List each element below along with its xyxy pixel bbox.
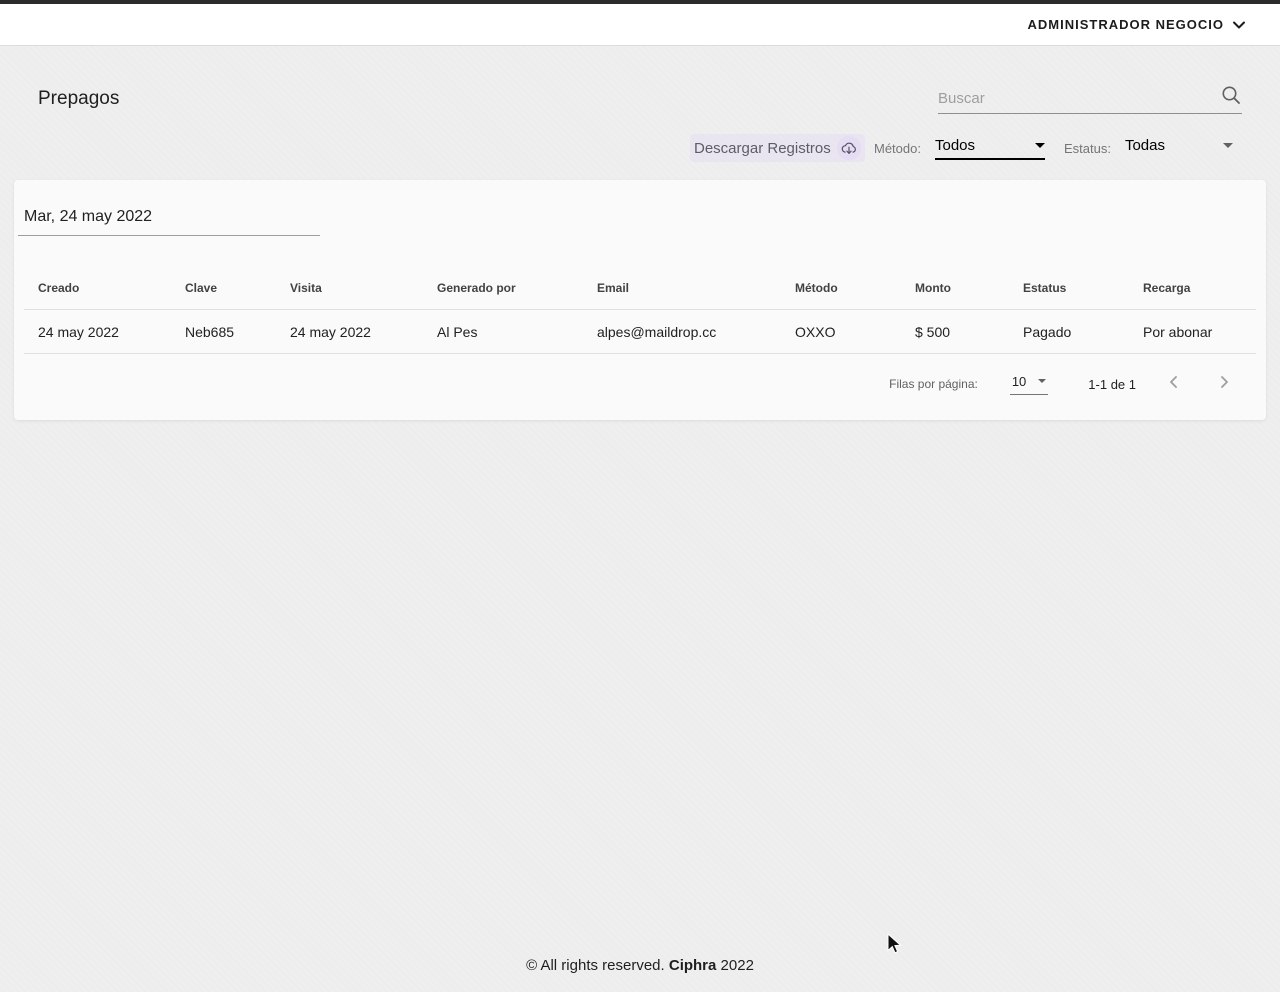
col-header-visita: Visita	[276, 281, 423, 295]
estatus-filter-group: Estatus: Todas	[1064, 134, 1233, 162]
group-date-header: Mar, 24 may 2022	[18, 208, 320, 236]
metodo-select[interactable]: Todos	[935, 137, 1045, 160]
footer-prefix: © All rights reserved.	[526, 957, 665, 974]
footer-brand: Ciphra	[669, 957, 717, 974]
footer-year: 2022	[721, 957, 754, 974]
col-header-recarga: Recarga	[1129, 281, 1256, 295]
search-icon[interactable]	[1220, 84, 1242, 111]
rows-per-page-select[interactable]: 10	[1010, 374, 1048, 395]
previous-page-button[interactable]	[1162, 372, 1186, 396]
cloud-download-icon	[837, 136, 861, 160]
col-header-metodo: Método	[781, 281, 901, 295]
account-menu-label: ADMINISTRADOR NEGOCIO	[1028, 17, 1225, 32]
rows-per-page-label: Filas por página:	[889, 377, 978, 391]
estatus-select[interactable]: Todas	[1125, 137, 1233, 160]
cell-estatus: Pagado	[1009, 324, 1129, 340]
col-header-creado: Creado	[24, 281, 171, 295]
cell-metodo: OXXO	[781, 324, 901, 340]
search-field	[938, 84, 1242, 114]
filters-toolbar: Descargar Registros Método: Todos Estatu…	[0, 134, 1280, 164]
caret-down-icon	[1035, 143, 1045, 148]
chevron-left-icon	[1167, 375, 1181, 394]
footer-copyright: © All rights reserved. Ciphra 2022	[0, 957, 1280, 974]
metodo-filter-label: Método:	[874, 141, 921, 156]
search-input[interactable]	[938, 90, 1220, 107]
estatus-filter-label: Estatus:	[1064, 141, 1111, 156]
cell-visita: 24 may 2022	[276, 324, 423, 340]
pagination-range-label: 1-1 de 1	[1088, 377, 1136, 392]
col-header-email: Email	[583, 281, 781, 295]
records-card: Mar, 24 may 2022 Creado Clave Visita Gen…	[14, 180, 1266, 420]
cell-generado-por: Al Pes	[423, 324, 583, 340]
caret-down-icon	[1038, 379, 1046, 383]
cell-monto: $ 500	[901, 324, 1009, 340]
page-title: Prepagos	[38, 88, 119, 110]
mouse-cursor	[886, 933, 906, 960]
app-header-bar: ADMINISTRADOR NEGOCIO	[0, 4, 1280, 46]
cell-recarga: Por abonar	[1129, 324, 1256, 340]
window-top-strip	[0, 0, 1280, 4]
cell-creado: 24 may 2022	[24, 324, 171, 340]
estatus-select-value: Todas	[1125, 137, 1165, 154]
caret-down-icon	[1223, 143, 1233, 148]
table-header-row: Creado Clave Visita Generado por Email M…	[24, 267, 1256, 310]
cell-email: alpes@maildrop.cc	[583, 324, 781, 340]
table-row[interactable]: 24 may 2022 Neb685 24 may 2022 Al Pes al…	[24, 310, 1256, 354]
metodo-select-value: Todos	[935, 137, 975, 154]
metodo-filter-group: Método: Todos	[874, 134, 1045, 162]
col-header-estatus: Estatus	[1009, 281, 1129, 295]
chevron-right-icon	[1217, 375, 1231, 394]
records-table: Creado Clave Visita Generado por Email M…	[24, 267, 1256, 354]
col-header-generado-por: Generado por	[423, 281, 583, 295]
next-page-button[interactable]	[1212, 372, 1236, 396]
col-header-monto: Monto	[901, 281, 1009, 295]
col-header-clave: Clave	[171, 281, 276, 295]
download-records-label: Descargar Registros	[694, 140, 831, 157]
rows-per-page-value: 10	[1012, 374, 1026, 389]
chevron-down-icon	[1232, 18, 1246, 32]
cell-clave: Neb685	[171, 324, 276, 340]
table-pagination: Filas por página: 10 1-1 de 1	[14, 354, 1266, 414]
account-menu-button[interactable]: ADMINISTRADOR NEGOCIO	[1028, 17, 1247, 32]
download-records-button[interactable]: Descargar Registros	[690, 134, 865, 162]
